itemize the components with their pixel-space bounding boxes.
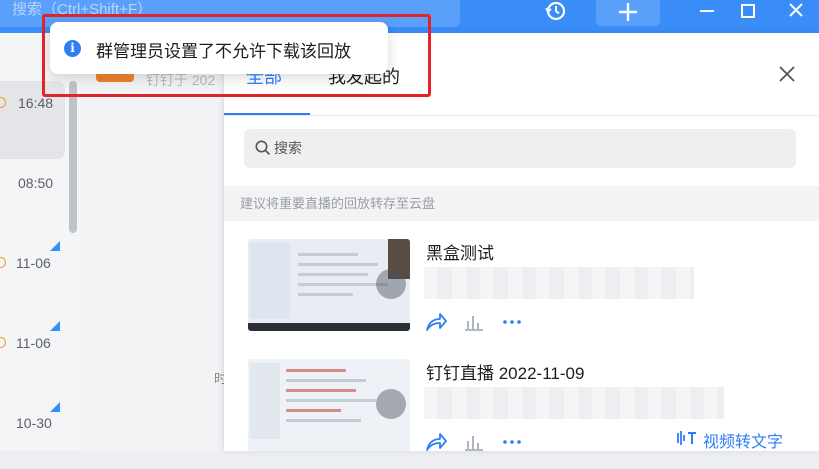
tip-bar: 建议将重要直播的回放转存至云盘 (224, 186, 819, 221)
search-input[interactable] (274, 137, 774, 159)
bar-chart-icon (465, 436, 483, 451)
history-button[interactable] (540, 0, 572, 26)
share-button[interactable] (424, 311, 448, 333)
chat-time: 11-06 (16, 335, 51, 351)
share-button[interactable] (424, 431, 448, 453)
blurred-info (424, 267, 694, 299)
window-close-button[interactable] (779, 0, 813, 26)
close-icon (789, 3, 803, 17)
video-thumbnail[interactable] (248, 359, 410, 451)
play-icon (376, 389, 406, 419)
unread-corner-icon (50, 402, 60, 412)
divider (224, 115, 819, 116)
chat-time: 10-30 (16, 415, 52, 431)
list-item[interactable]: 钉钉直播 2022-11-09 (248, 359, 808, 469)
share-icon (426, 313, 447, 331)
more-button[interactable] (500, 311, 524, 333)
play-icon (376, 269, 406, 299)
blurred-info (424, 387, 724, 419)
video-to-text-icon (676, 429, 698, 447)
unread-corner-icon (50, 321, 60, 331)
highlight-annotation (42, 14, 431, 97)
chat-list-scrollbar[interactable] (69, 81, 77, 233)
stats-button[interactable] (462, 311, 486, 333)
search-icon (255, 140, 271, 156)
chat-time: 11-06 (16, 255, 51, 271)
chat-time: 08:50 (18, 175, 54, 191)
chat-time: 16:48 (18, 95, 54, 111)
maximize-icon (741, 4, 755, 18)
stats-button[interactable] (462, 431, 486, 453)
panel-close-button[interactable] (776, 63, 798, 85)
list-item[interactable]: 黑盒测试 (248, 239, 808, 349)
maximize-button[interactable] (731, 0, 765, 26)
bar-chart-icon (465, 316, 483, 331)
video-to-text-button[interactable]: 视频转文字 (703, 428, 783, 452)
unread-corner-icon (50, 241, 60, 251)
more-icon (503, 320, 521, 324)
more-button[interactable] (500, 431, 524, 453)
share-icon (426, 433, 447, 451)
history-icon (545, 1, 566, 21)
minimize-button[interactable] (690, 0, 724, 26)
record-title: 钉钉直播 2022-11-09 (426, 364, 585, 383)
playback-search[interactable] (244, 129, 796, 168)
record-title: 黑盒测试 (426, 244, 494, 263)
video-thumbnail[interactable] (248, 239, 410, 331)
more-icon (503, 440, 521, 444)
add-button[interactable] (596, 0, 660, 26)
plus-icon (619, 3, 637, 21)
close-icon (779, 66, 795, 82)
minimize-icon (700, 10, 714, 12)
